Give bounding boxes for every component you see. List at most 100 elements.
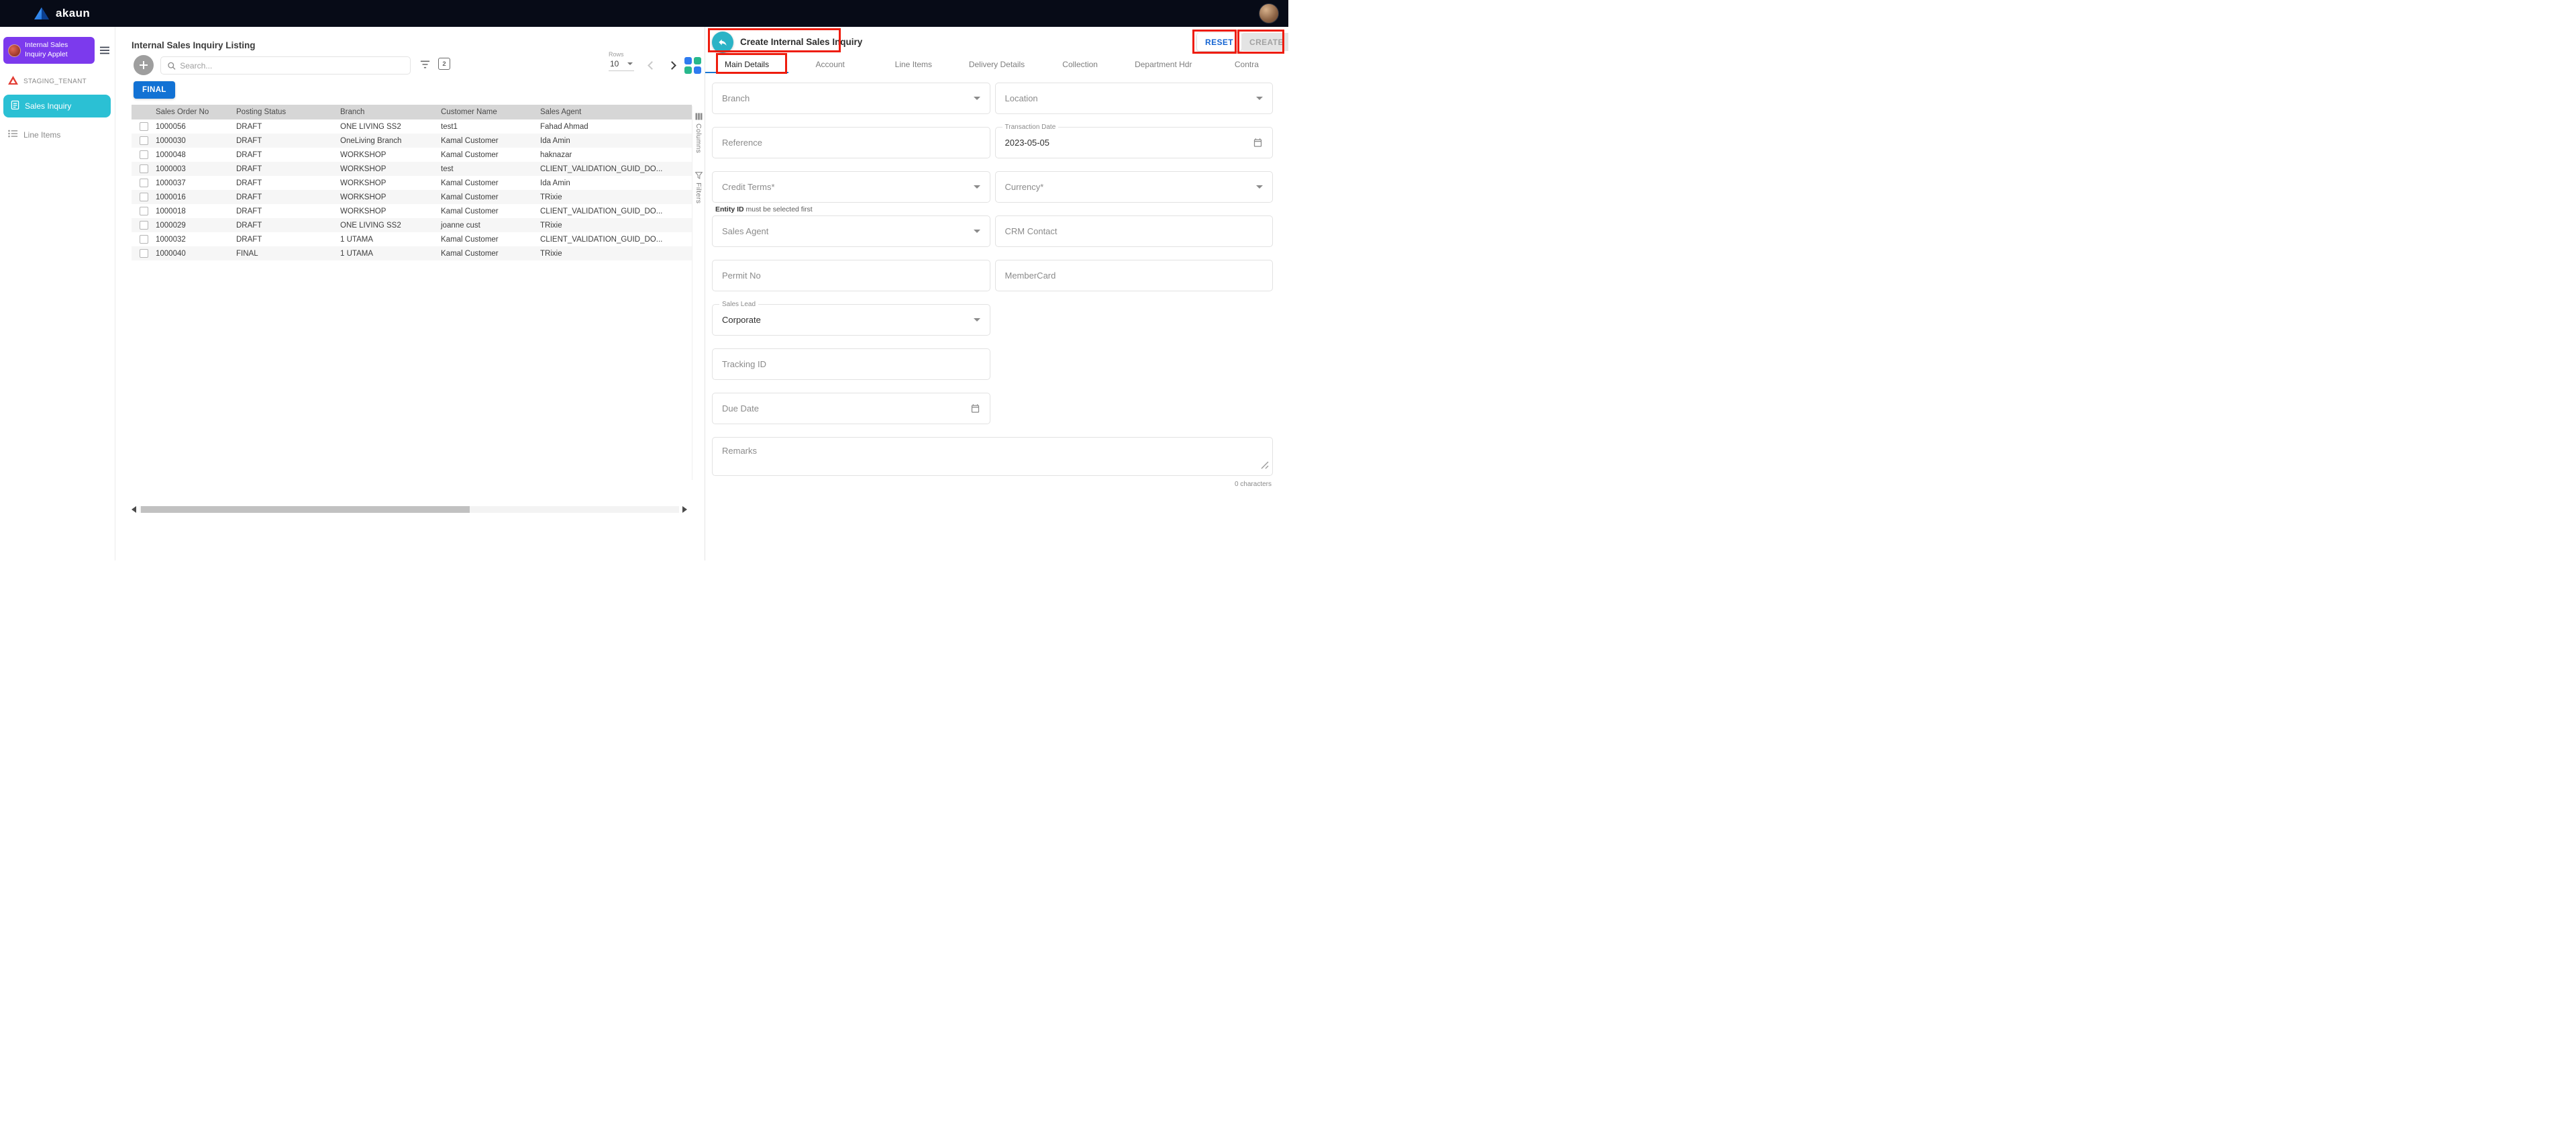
row-checkbox[interactable] [140, 136, 148, 145]
search-box[interactable] [160, 56, 411, 75]
dropdown-caret-icon [1256, 185, 1263, 189]
table-row[interactable]: 1000048DRAFTWORKSHOPKamal Customerhaknaz… [132, 148, 692, 162]
brand-logo[interactable]: akaun [34, 7, 90, 20]
calendar-icon [970, 403, 980, 413]
tab-collection[interactable]: Collection [1039, 57, 1122, 73]
user-avatar[interactable] [1259, 3, 1279, 23]
table-side-tabs: Columns Filters [692, 106, 705, 480]
sidebar-item-tenant[interactable]: STAGING_TENANT [0, 72, 115, 91]
row-checkbox[interactable] [140, 122, 148, 131]
table-row[interactable]: 1000040FINAL1 UTAMAKamal CustomerTRixie [132, 246, 692, 260]
row-checkbox[interactable] [140, 193, 148, 201]
cell-posting-status: DRAFT [236, 165, 340, 173]
table-row[interactable]: 1000029DRAFTONE LIVING SS2joanne custTRi… [132, 218, 692, 232]
tab-delivery-details[interactable]: Delivery Details [955, 57, 1038, 73]
grid-view-icon[interactable] [682, 55, 703, 75]
cell-sales-agent: Fahad Ahmad [540, 123, 692, 131]
columns-side-tab[interactable]: Columns [694, 113, 703, 153]
cell-customer-name: Kamal Customer [441, 193, 540, 201]
reset-button[interactable]: RESET [1197, 33, 1241, 51]
tracking-id-field[interactable]: Tracking ID [712, 348, 990, 380]
table-row[interactable]: 1000030DRAFTOneLiving BranchKamal Custom… [132, 134, 692, 148]
reference-field[interactable]: Reference [712, 127, 990, 158]
cell-sales-order-no: 1000048 [156, 151, 236, 159]
applet-label: Internal Sales Inquiry Applet [25, 41, 90, 59]
cell-posting-status: DRAFT [236, 207, 340, 215]
transaction-date-field[interactable]: Transaction Date2023-05-05 [995, 127, 1274, 158]
location-label: Location [1005, 93, 1038, 103]
listing-panel: Internal Sales Inquiry Listing 2 Rows 10… [115, 27, 705, 560]
tab-line-items[interactable]: Line Items [872, 57, 955, 73]
back-button[interactable] [712, 32, 733, 53]
location-field[interactable]: Location [995, 83, 1274, 114]
crm-contact-field[interactable]: CRM Contact [995, 215, 1274, 247]
page-2-icon[interactable]: 2 [438, 58, 450, 70]
filter-list-icon[interactable] [418, 58, 431, 71]
sidebar-item-line-items[interactable]: Line Items [0, 126, 115, 144]
remarks-field[interactable]: Remarks [712, 437, 1273, 476]
tab-contra[interactable]: Contra [1205, 57, 1288, 73]
row-checkbox[interactable] [140, 235, 148, 244]
cell-posting-status: DRAFT [236, 137, 340, 145]
transaction-date-label: Transaction Date [1002, 123, 1059, 132]
add-button[interactable] [134, 55, 154, 75]
permit-no-field[interactable]: Permit No [712, 260, 990, 291]
form-title: Create Internal Sales Inquiry [740, 37, 862, 47]
row-checkbox[interactable] [140, 207, 148, 215]
table-row[interactable]: 1000056DRAFTONE LIVING SS2test1Fahad Ahm… [132, 119, 692, 134]
filters-side-tab[interactable]: Filters [694, 172, 703, 203]
sales-agent-field[interactable]: Sales Agent [712, 215, 990, 247]
cell-sales-agent: Ida Amin [540, 137, 692, 145]
topbar: akaun [0, 0, 1288, 27]
sidebar-item-sales-inquiry[interactable]: Sales Inquiry [3, 95, 111, 117]
table-row[interactable]: 1000018DRAFTWORKSHOPKamal CustomerCLIENT… [132, 204, 692, 218]
sidebar-item-applet[interactable]: Internal Sales Inquiry Applet [3, 37, 95, 64]
cell-sales-agent: CLIENT_VALIDATION_GUID_DO... [540, 207, 692, 215]
pagination-next-button[interactable] [666, 59, 678, 71]
table-row[interactable]: 1000032DRAFT1 UTAMAKamal CustomerCLIENT_… [132, 232, 692, 246]
pagination-prev-button[interactable] [646, 59, 658, 71]
credit-terms-field[interactable]: Credit Terms*Entity ID must be selected … [712, 171, 990, 203]
scroll-right-icon[interactable] [682, 506, 687, 513]
branch-field[interactable]: Branch [712, 83, 990, 114]
due-date-field[interactable]: Due Date [712, 393, 990, 424]
scrollbar-thumb[interactable] [141, 506, 470, 513]
cell-sales-order-no: 1000037 [156, 179, 236, 187]
currency-field[interactable]: Currency* [995, 171, 1274, 203]
table-row[interactable]: 1000037DRAFTWORKSHOPKamal CustomerIda Am… [132, 176, 692, 190]
row-checkbox-cell [132, 136, 156, 145]
create-button[interactable]: CREATE [1241, 33, 1288, 51]
row-checkbox[interactable] [140, 164, 148, 173]
table-row[interactable]: 1000016DRAFTWORKSHOPKamal CustomerTRixie [132, 190, 692, 204]
row-checkbox[interactable] [140, 150, 148, 159]
table-row[interactable]: 1000003DRAFTWORKSHOPtestCLIENT_VALIDATIO… [132, 162, 692, 176]
reference-label: Reference [722, 138, 762, 148]
cell-sales-agent: TRixie [540, 193, 692, 201]
cell-customer-name: Kamal Customer [441, 250, 540, 258]
menu-icon[interactable] [97, 43, 112, 58]
tab-main-details[interactable]: Main Details [705, 57, 788, 73]
tab-department-hdr[interactable]: Department Hdr [1122, 57, 1205, 73]
search-input[interactable] [180, 61, 404, 70]
row-checkbox-cell [132, 249, 156, 258]
column-header-sales-agent: Sales Agent [540, 108, 692, 116]
row-checkbox[interactable] [140, 179, 148, 187]
scrollbar-track[interactable] [140, 506, 679, 513]
row-checkbox-cell [132, 122, 156, 131]
row-checkbox[interactable] [140, 249, 148, 258]
row-checkbox[interactable] [140, 221, 148, 230]
membercard-field[interactable]: MemberCard [995, 260, 1274, 291]
scroll-left-icon[interactable] [132, 506, 136, 513]
final-filter-button[interactable]: FINAL [134, 81, 175, 99]
horizontal-scrollbar[interactable] [132, 505, 687, 514]
sales-lead-field[interactable]: Sales LeadCorporate [712, 304, 990, 336]
cell-customer-name: Kamal Customer [441, 207, 540, 215]
cell-sales-agent: TRixie [540, 222, 692, 230]
back-arrow-icon [717, 37, 728, 48]
chevron-right-icon [668, 61, 676, 70]
rows-per-page-select[interactable]: Rows 10 [609, 51, 634, 71]
resize-handle-icon[interactable] [1261, 460, 1269, 473]
tab-account[interactable]: Account [788, 57, 872, 73]
rows-caret-icon [627, 62, 633, 65]
cell-sales-order-no: 1000030 [156, 137, 236, 145]
